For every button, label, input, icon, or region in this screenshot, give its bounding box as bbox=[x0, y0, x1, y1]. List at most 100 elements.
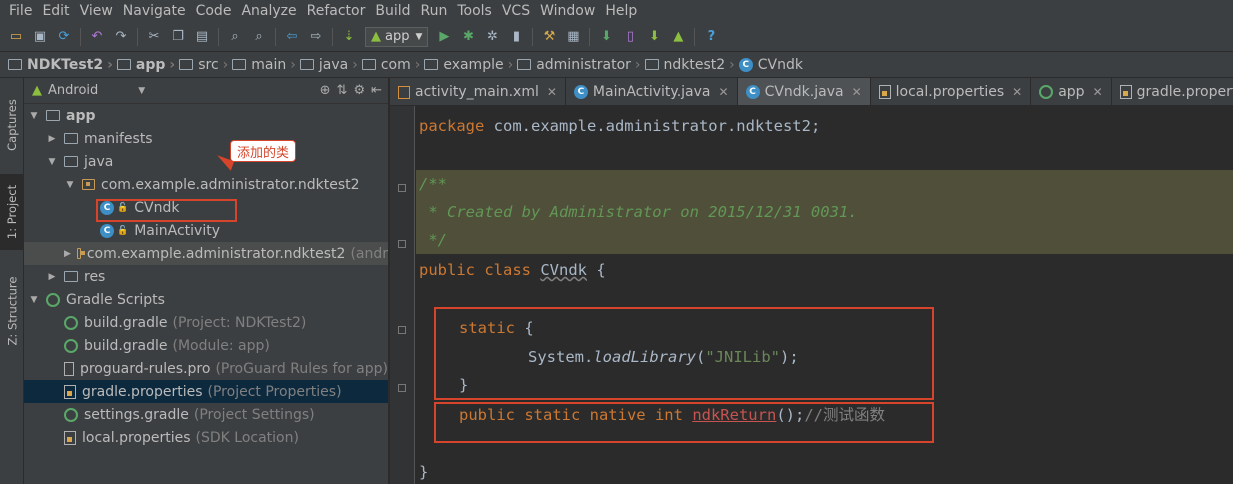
stop-icon[interactable]: ▮ bbox=[507, 28, 525, 46]
editor-gutter[interactable] bbox=[390, 106, 415, 484]
paste-icon[interactable]: ▤ bbox=[193, 28, 211, 46]
collapsed-arrow-icon[interactable]: ▶ bbox=[46, 272, 58, 282]
tree-item-local-properties[interactable]: local.properties (SDK Location) bbox=[24, 426, 388, 449]
hide-pane-icon[interactable]: ⇤ bbox=[371, 83, 382, 98]
scroll-from-source-icon[interactable]: ⊕ bbox=[320, 83, 331, 98]
expanded-arrow-icon[interactable]: ▼ bbox=[28, 111, 40, 121]
expanded-arrow-icon[interactable]: ▼ bbox=[28, 295, 40, 305]
sync-icon[interactable]: ⟳ bbox=[55, 28, 73, 46]
file-icon bbox=[64, 361, 74, 376]
cut-icon[interactable]: ✂ bbox=[145, 28, 163, 46]
undo-icon[interactable]: ↶ bbox=[88, 28, 106, 46]
menu-help[interactable]: Help bbox=[600, 0, 642, 22]
tab-local-properties[interactable]: local.properties ✕ bbox=[871, 78, 1032, 105]
close-icon[interactable]: ✕ bbox=[547, 85, 557, 99]
close-icon[interactable]: ✕ bbox=[1012, 85, 1022, 99]
menu-code[interactable]: Code bbox=[191, 0, 237, 22]
tab-project[interactable]: 1: Project bbox=[0, 174, 24, 250]
expanded-arrow-icon[interactable]: ▼ bbox=[46, 157, 58, 167]
tab-app[interactable]: app ✕ bbox=[1031, 78, 1112, 105]
tab-activity-main-xml[interactable]: activity_main.xml ✕ bbox=[390, 78, 566, 105]
gradle-sync-icon[interactable]: ⬇ bbox=[597, 28, 615, 46]
settings-icon[interactable]: ⚒ bbox=[540, 28, 558, 46]
back-icon[interactable]: ⇦ bbox=[283, 28, 301, 46]
gear-icon[interactable]: ⚙ bbox=[353, 83, 365, 98]
menu-run[interactable]: Run bbox=[416, 0, 453, 22]
make-project-icon[interactable]: ⇣ bbox=[340, 28, 358, 46]
run-config-select[interactable]: ▲ app ▼ bbox=[365, 26, 429, 47]
breadcrumb-item[interactable]: C CVndk bbox=[738, 57, 803, 73]
tree-item-res[interactable]: ▶ res bbox=[24, 265, 388, 288]
tree-item-java[interactable]: ▼ java bbox=[24, 150, 388, 173]
code-line: public class CVndk { bbox=[419, 261, 606, 279]
menu-tools[interactable]: Tools bbox=[452, 0, 497, 22]
breadcrumb-item[interactable]: ndktest2 › bbox=[644, 57, 735, 73]
breadcrumb-item[interactable]: src › bbox=[179, 57, 228, 73]
expanded-arrow-icon[interactable]: ▼ bbox=[64, 180, 76, 190]
replace-icon[interactable]: ⌕ bbox=[250, 28, 268, 46]
tree-item-test-package[interactable]: ▶ com.example.administrator.ndktest2 (an… bbox=[24, 242, 388, 265]
menu-edit[interactable]: Edit bbox=[37, 0, 74, 22]
collapse-all-icon[interactable]: ⇅ bbox=[337, 83, 348, 98]
tree-item-app[interactable]: ▼ app bbox=[24, 104, 388, 127]
tree-item-mainactivity[interactable]: C 🔓 MainActivity bbox=[24, 219, 388, 242]
breadcrumb-item[interactable]: example › bbox=[424, 57, 513, 73]
tree-item-build-gradle-module[interactable]: build.gradle (Module: app) bbox=[24, 334, 388, 357]
annotation-callout: 添加的类 bbox=[230, 140, 297, 162]
debug-icon[interactable]: ✱ bbox=[459, 28, 477, 46]
menu-refactor[interactable]: Refactor bbox=[302, 0, 371, 22]
close-icon[interactable]: ✕ bbox=[719, 85, 729, 99]
tab-cvndk-java[interactable]: C CVndk.java ✕ bbox=[737, 78, 871, 105]
redo-icon[interactable]: ↷ bbox=[112, 28, 130, 46]
tab-mainactivity-java[interactable]: C MainActivity.java ✕ bbox=[566, 78, 738, 105]
tree-item-proguard[interactable]: proguard-rules.pro (ProGuard Rules for a… bbox=[24, 357, 388, 380]
collapsed-arrow-icon[interactable]: ▶ bbox=[64, 249, 71, 259]
forward-icon[interactable]: ⇨ bbox=[307, 28, 325, 46]
breadcrumb-item[interactable]: java › bbox=[299, 57, 358, 73]
breadcrumb-item[interactable]: main › bbox=[232, 57, 296, 73]
class-icon: C bbox=[745, 85, 760, 99]
menu-file[interactable]: File bbox=[4, 0, 37, 22]
save-icon[interactable]: ▣ bbox=[31, 28, 49, 46]
tree-item-settings-gradle[interactable]: settings.gradle (Project Settings) bbox=[24, 403, 388, 426]
help-icon[interactable]: ? bbox=[702, 28, 720, 46]
close-icon[interactable]: ✕ bbox=[1093, 85, 1103, 99]
open-folder-icon[interactable]: ▭ bbox=[7, 28, 25, 46]
fold-marker-icon[interactable] bbox=[398, 184, 406, 192]
breadcrumb-item[interactable]: com › bbox=[361, 57, 420, 73]
fold-marker-icon[interactable] bbox=[398, 326, 406, 334]
tree-item-gradle-scripts[interactable]: ▼ Gradle Scripts bbox=[24, 288, 388, 311]
tool-window-strip: Captures 1: Project Z: Structure bbox=[0, 78, 24, 484]
menu-view[interactable]: View bbox=[75, 0, 118, 22]
folder-icon bbox=[232, 59, 247, 70]
project-structure-icon[interactable]: ▦ bbox=[564, 28, 582, 46]
run-icon[interactable]: ▶ bbox=[435, 28, 453, 46]
fold-marker-icon[interactable] bbox=[398, 384, 406, 392]
chevron-down-icon[interactable]: ▼ bbox=[138, 86, 145, 96]
android-device-monitor-icon[interactable]: ▲ bbox=[669, 28, 687, 46]
tab-structure[interactable]: Z: Structure bbox=[0, 268, 24, 354]
tree-item-build-gradle-project[interactable]: build.gradle (Project: NDKTest2) bbox=[24, 311, 388, 334]
copy-icon[interactable]: ❐ bbox=[169, 28, 187, 46]
menu-navigate[interactable]: Navigate bbox=[118, 0, 191, 22]
menu-analyze[interactable]: Analyze bbox=[236, 0, 301, 22]
project-view-selector[interactable]: Android bbox=[48, 83, 98, 98]
find-icon[interactable]: ⌕ bbox=[226, 28, 244, 46]
close-icon[interactable]: ✕ bbox=[852, 85, 862, 99]
collapsed-arrow-icon[interactable]: ▶ bbox=[46, 134, 58, 144]
avd-manager-icon[interactable]: ▯ bbox=[621, 28, 639, 46]
tree-item-gradle-properties[interactable]: gradle.properties (Project Properties) bbox=[24, 380, 388, 403]
menu-vcs[interactable]: VCS bbox=[497, 0, 535, 22]
tree-item-manifests[interactable]: ▶ manifests bbox=[24, 127, 388, 150]
menu-build[interactable]: Build bbox=[370, 0, 415, 22]
sdk-manager-icon[interactable]: ⬇ bbox=[645, 28, 663, 46]
tree-item-package[interactable]: ▼ com.example.administrator.ndktest2 bbox=[24, 173, 388, 196]
fold-marker-icon[interactable] bbox=[398, 240, 406, 248]
tab-gradle-properties[interactable]: gradle.properties bbox=[1112, 78, 1233, 105]
tab-captures[interactable]: Captures bbox=[0, 88, 24, 162]
breadcrumb-item[interactable]: NDKTest2 › bbox=[8, 57, 113, 73]
breadcrumb-item[interactable]: app › bbox=[116, 57, 175, 73]
menu-window[interactable]: Window bbox=[535, 0, 600, 22]
attach-debugger-icon[interactable]: ✲ bbox=[483, 28, 501, 46]
breadcrumb-item[interactable]: administrator › bbox=[517, 57, 641, 73]
